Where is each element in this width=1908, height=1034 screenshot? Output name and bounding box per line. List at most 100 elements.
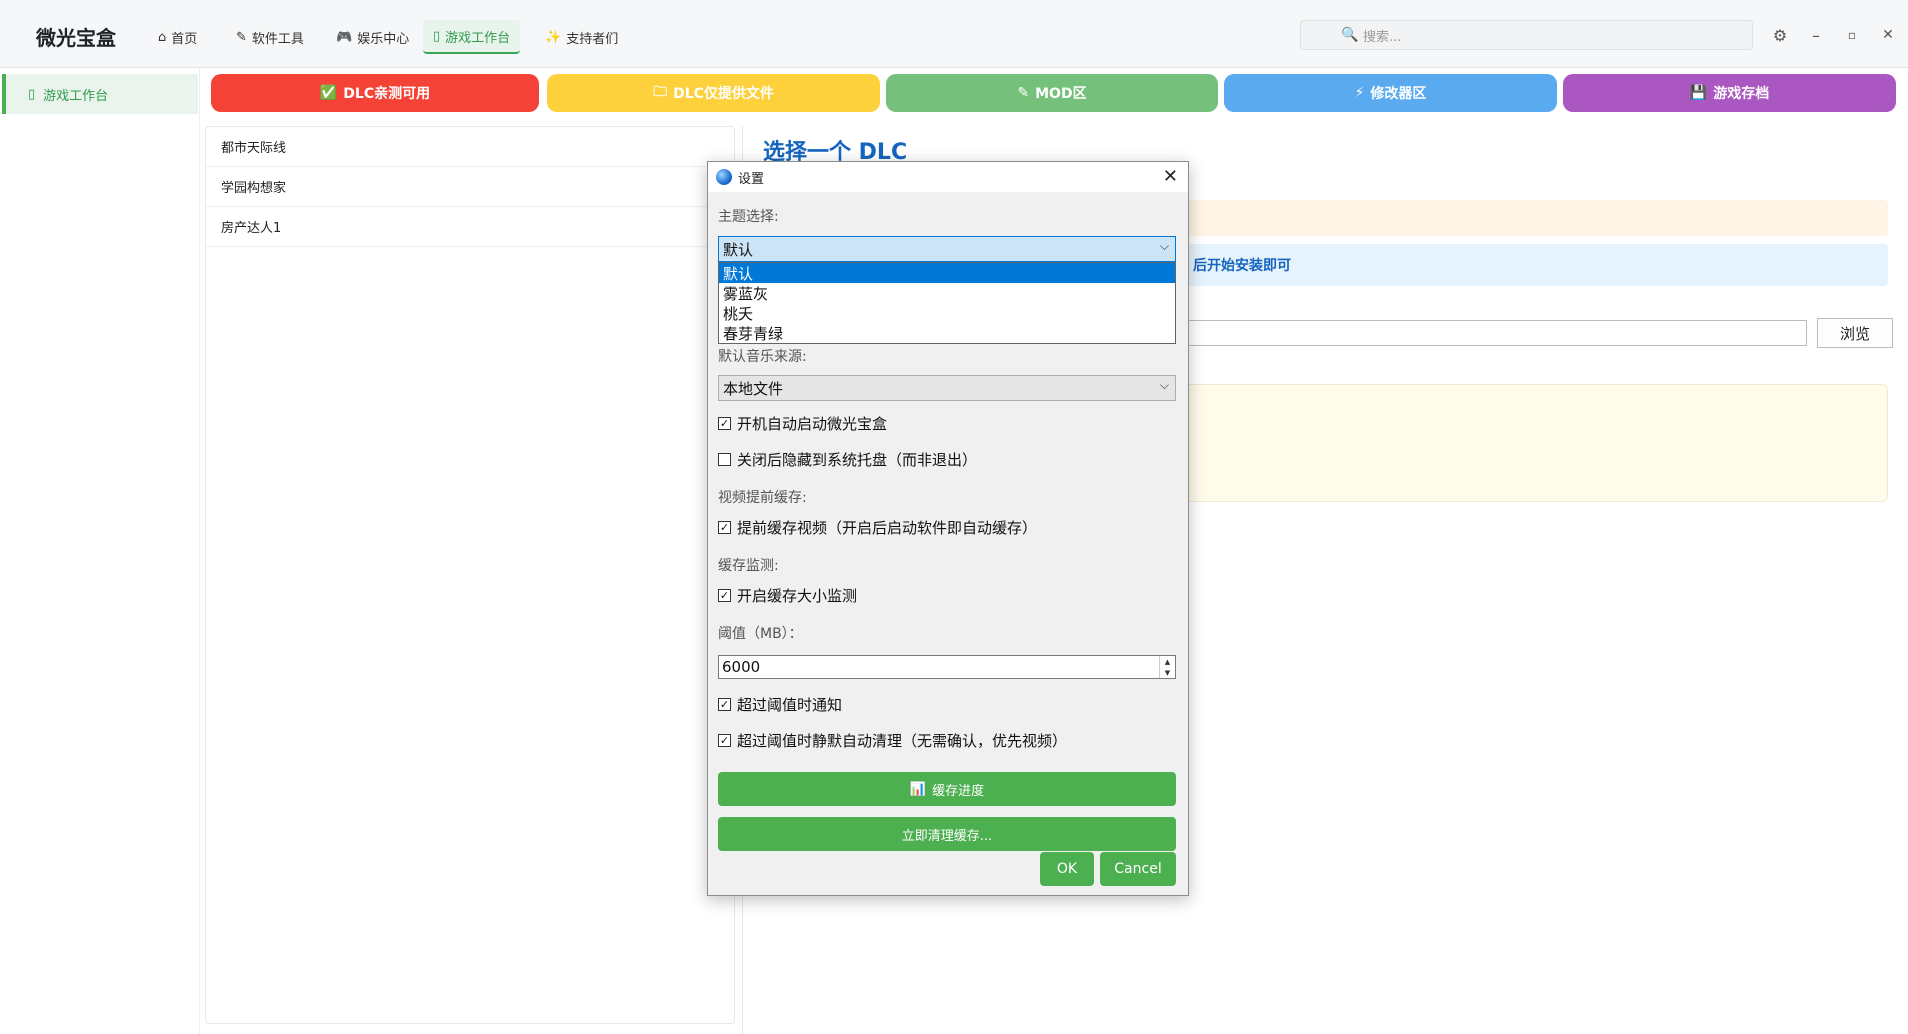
nav-label: 游戏工作台	[445, 30, 511, 46]
minimize-icon[interactable]: –	[1803, 22, 1829, 48]
chart-icon: 📊	[909, 781, 927, 797]
tray-checkbox[interactable]: 关闭后隐藏到系统托盘（而非退出）	[718, 449, 977, 470]
search-input[interactable]: 🔍 搜索...	[1300, 20, 1753, 50]
category-dlc-files-only[interactable]: 🗀 DLC仅提供文件	[547, 74, 880, 112]
theme-label: 主题选择:	[718, 209, 779, 225]
theme-option[interactable]: 春芽青绿	[719, 323, 1175, 343]
clean-cache-button[interactable]: 立即清理缓存...	[718, 817, 1176, 851]
music-source-label: 默认音乐来源:	[718, 349, 807, 365]
nav-supporters[interactable]: ✨ 支持者们	[535, 20, 628, 54]
category-label: 游戏存档	[1713, 86, 1770, 102]
close-icon[interactable]: ✕	[1875, 22, 1901, 48]
checkbox-checked[interactable]: ✓	[718, 698, 731, 711]
install-path-input[interactable]	[1183, 320, 1807, 346]
tablet-icon: ▯	[28, 86, 36, 102]
floppy-disk-icon: 💾	[1689, 85, 1708, 101]
checkbox-label: 超过阈值时通知	[737, 696, 843, 714]
autoclean-checkbox[interactable]: ✓ 超过阈值时静默自动清理（无需确认，优先视频）	[718, 730, 1067, 751]
maximize-icon[interactable]: ▫	[1839, 22, 1865, 48]
theme-option[interactable]: 桃夭	[719, 303, 1175, 323]
close-icon[interactable]: ✕	[1163, 166, 1178, 187]
star-icon: ✨	[545, 29, 562, 45]
list-item[interactable]: 都市天际线	[206, 127, 734, 167]
app-icon	[716, 169, 732, 185]
nav-software-tools[interactable]: ✎ 软件工具	[226, 20, 314, 54]
checkbox-checked[interactable]: ✓	[718, 521, 731, 534]
threshold-label: 阈值（MB）：	[718, 626, 803, 642]
category-label: DLC亲测可用	[343, 86, 431, 102]
category-mod[interactable]: ✎ MOD区	[886, 74, 1218, 112]
info-text: 后开始安装即可	[1193, 258, 1291, 274]
nav-home[interactable]: ⌂ 首页	[148, 20, 207, 54]
title-bar: 微光宝盒 ⌂ 首页 ✎ 软件工具 🎮 娱乐中心 ▯ 游戏工作台 ✨ 支持者们 🔍…	[0, 0, 1908, 68]
dialog-title: 设置	[738, 171, 765, 187]
nav-label: 支持者们	[566, 31, 619, 47]
cache-progress-button[interactable]: 📊 缓存进度	[718, 772, 1176, 806]
category-label: DLC仅提供文件	[673, 86, 774, 102]
button-label: 立即清理缓存...	[901, 828, 993, 844]
tablet-icon: ▯	[433, 28, 441, 44]
theme-dropdown: 默认 雾蓝灰 桃夭 春芽青绿	[718, 262, 1176, 344]
lightning-icon: ⚡	[1354, 85, 1365, 101]
app-title: 微光宝盒	[36, 26, 116, 50]
settings-gear-icon[interactable]: ⚙	[1767, 22, 1793, 48]
nav-label: 软件工具	[251, 31, 304, 47]
settings-dialog: 设置 ✕ 主题选择: 默认 ⌵ 默认 雾蓝灰 桃夭 春芽青绿 默认音乐来源: 本…	[707, 161, 1189, 896]
folder-icon: 🗀	[653, 84, 668, 100]
notify-checkbox[interactable]: ✓ 超过阈值时通知	[718, 694, 842, 715]
checkbox-checked[interactable]: ✓	[718, 734, 731, 747]
nav-entertainment[interactable]: 🎮 娱乐中心	[326, 20, 419, 54]
home-icon: ⌂	[158, 29, 167, 45]
theme-select[interactable]: 默认 ⌵	[718, 236, 1176, 262]
list-item[interactable]: 学园构想家	[206, 167, 734, 207]
search-placeholder: 搜索...	[1363, 29, 1402, 45]
category-dlc-tested[interactable]: ✅ DLC亲测可用	[211, 74, 539, 112]
search-icon: 🔍	[1341, 27, 1359, 43]
theme-select-value: 默认	[723, 240, 754, 259]
list-item[interactable]: 房产达人1	[206, 207, 734, 247]
checkbox-label: 提前缓存视频（开启后启动软件即自动缓存）	[737, 519, 1038, 537]
checkbox-label: 开机自动启动微光宝盒	[737, 415, 888, 433]
chevron-down-icon: ⌵	[1159, 239, 1169, 253]
cancel-button[interactable]: Cancel	[1100, 852, 1176, 886]
chevron-down-icon: ⌵	[1159, 378, 1169, 392]
category-label: MOD区	[1035, 86, 1087, 102]
theme-option[interactable]: 雾蓝灰	[719, 283, 1175, 303]
checkbox-label: 关闭后隐藏到系统托盘（而非退出）	[737, 451, 978, 469]
nav-game-workbench[interactable]: ▯ 游戏工作台	[423, 20, 521, 54]
cache-monitor-section-label: 缓存监测:	[718, 558, 779, 574]
nav-label: 首页	[171, 31, 198, 47]
precache-checkbox[interactable]: ✓ 提前缓存视频（开启后启动软件即自动缓存）	[718, 517, 1037, 538]
monitor-checkbox[interactable]: ✓ 开启缓存大小监测	[718, 585, 857, 606]
gamepad-icon: 🎮	[336, 29, 353, 45]
nav-label: 娱乐中心	[357, 31, 410, 47]
sidebar: ▯ 游戏工作台	[0, 68, 200, 1034]
checkbox-label: 超过阈值时静默自动清理（无需确认，优先视频）	[737, 732, 1068, 750]
chevron-down-icon[interactable]: ▼	[1165, 669, 1170, 677]
sidebar-item-game-workbench[interactable]: ▯ 游戏工作台	[2, 74, 198, 114]
music-source-select[interactable]: 本地文件 ⌵	[718, 375, 1176, 401]
browse-button[interactable]: 浏览	[1817, 318, 1893, 348]
theme-option[interactable]: 默认	[719, 263, 1175, 283]
spin-arrows[interactable]: ▲ ▼	[1159, 656, 1175, 678]
sidebar-item-label: 游戏工作台	[43, 88, 109, 104]
checkbox-unchecked[interactable]	[718, 453, 731, 466]
category-trainer[interactable]: ⚡ 修改器区	[1224, 74, 1557, 112]
dialog-titlebar: 设置 ✕	[708, 162, 1188, 192]
chevron-up-icon[interactable]: ▲	[1165, 658, 1170, 666]
pencil-icon: ✎	[236, 29, 247, 45]
category-label: 修改器区	[1370, 86, 1427, 102]
checkmark-icon: ✅	[319, 85, 338, 101]
autostart-checkbox[interactable]: ✓ 开机自动启动微光宝盒	[718, 413, 887, 434]
checkbox-checked[interactable]: ✓	[718, 417, 731, 430]
checkbox-checked[interactable]: ✓	[718, 589, 731, 602]
music-source-value: 本地文件	[723, 379, 784, 398]
ok-button[interactable]: OK	[1040, 852, 1094, 886]
threshold-spinbox[interactable]: 6000 ▲ ▼	[718, 655, 1176, 679]
video-cache-section-label: 视频提前缓存:	[718, 490, 807, 506]
dlc-list: 都市天际线 学园构想家 房产达人1	[205, 126, 735, 1024]
threshold-value: 6000	[722, 658, 761, 676]
button-label: 缓存进度	[932, 783, 985, 799]
category-save-files[interactable]: 💾 游戏存档	[1563, 74, 1896, 112]
pencil-icon: ✎	[1017, 85, 1030, 101]
